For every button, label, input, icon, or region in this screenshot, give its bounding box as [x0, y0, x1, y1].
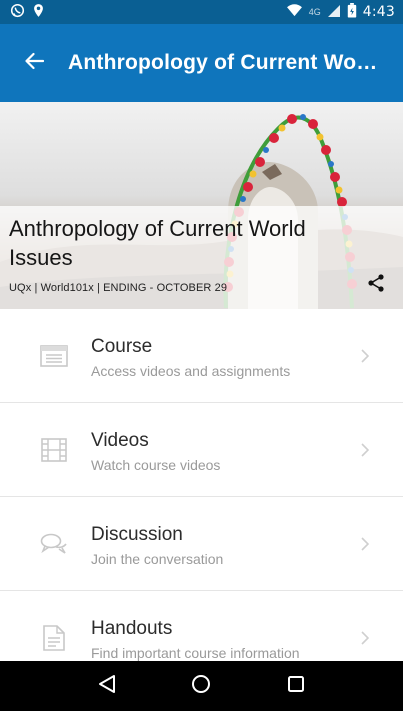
course-menu-list: Course Access videos and assignments Vid… [0, 309, 403, 685]
chevron-right-icon [358, 345, 372, 367]
app-bar-title: Anthropology of Current World Issues [68, 51, 378, 74]
share-button[interactable] [364, 270, 388, 300]
menu-item-course[interactable]: Course Access videos and assignments [0, 309, 403, 403]
nav-back-button[interactable] [87, 666, 127, 706]
nav-home-button[interactable] [181, 666, 221, 706]
course-list-icon [39, 342, 69, 370]
location-pin-icon [33, 3, 44, 21]
menu-item-subtitle: Watch course videos [91, 457, 221, 473]
home-circle-icon [191, 674, 211, 699]
share-icon [368, 273, 384, 297]
whatsapp-icon [10, 3, 25, 21]
system-nav-bar [0, 661, 403, 711]
nav-recents-button[interactable] [276, 666, 316, 706]
chevron-right-icon [358, 439, 372, 461]
recents-square-icon [287, 675, 305, 698]
menu-item-subtitle: Join the conversation [91, 551, 224, 567]
network-type-label: 4G [308, 7, 321, 17]
wifi-icon [286, 4, 303, 20]
menu-item-videos[interactable]: Videos Watch course videos [0, 403, 403, 497]
course-title: Anthropology of Current World Issues [9, 216, 306, 270]
battery-icon [347, 3, 357, 21]
menu-item-title: Course [91, 336, 153, 357]
arrow-left-icon [24, 52, 45, 75]
app-bar: Anthropology of Current World Issues [0, 24, 403, 102]
film-icon [39, 436, 69, 464]
back-button[interactable] [0, 24, 68, 102]
chevron-right-icon [358, 627, 372, 649]
course-hero: Anthropology of Current World Issues UQx… [0, 102, 403, 309]
status-time: 4:43 [362, 4, 395, 20]
menu-item-title: Handouts [91, 618, 173, 639]
back-triangle-icon [98, 674, 116, 699]
chevron-right-icon [358, 533, 372, 555]
menu-item-subtitle: Access videos and assignments [91, 363, 291, 379]
menu-item-title: Discussion [91, 524, 183, 545]
status-left-icons [10, 3, 44, 21]
chat-bubbles-icon [39, 530, 69, 558]
document-icon [39, 624, 69, 652]
signal-icon [327, 4, 341, 21]
status-bar: 4G 4:43 [0, 0, 403, 24]
menu-item-title: Videos [91, 430, 149, 451]
menu-item-subtitle: Find important course information [91, 645, 300, 661]
menu-item-discussion[interactable]: Discussion Join the conversation [0, 497, 403, 591]
course-meta: UQx | World101x | ENDING - OCTOBER 29 [9, 282, 228, 294]
status-right-icons: 4G 4:43 [286, 3, 395, 21]
